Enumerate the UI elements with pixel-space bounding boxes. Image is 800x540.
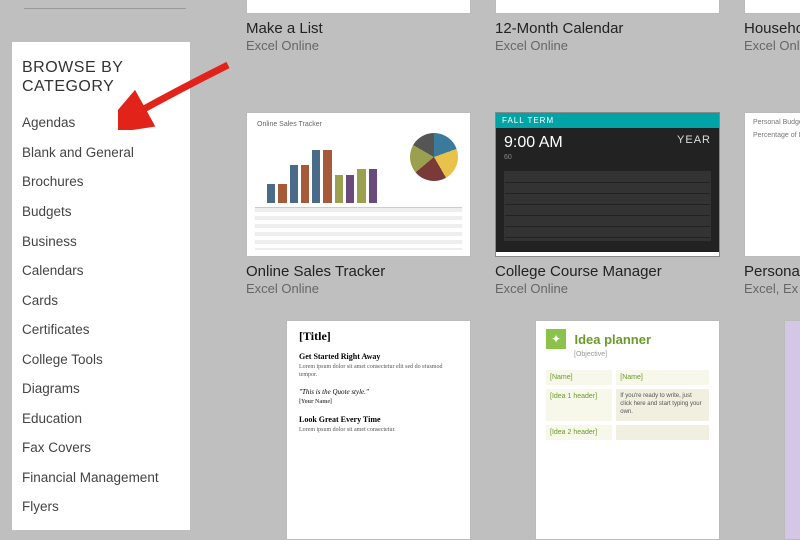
category-budgets[interactable]: Budgets (22, 197, 180, 227)
pie-chart-icon (410, 133, 458, 181)
thumb-header: Personal Budget (745, 113, 800, 132)
template-subtitle: Excel Online (495, 281, 720, 297)
thumb-schedule-lines (504, 171, 711, 241)
thumb-title: Idea planner (574, 332, 651, 347)
template-thumb (495, 0, 720, 14)
template-subtitle: Excel Online (246, 38, 471, 54)
thumb-year: YEAR (677, 134, 711, 146)
template-subtitle: Excel Online (246, 281, 471, 297)
thumb-label: [Idea 2 header] (546, 425, 612, 440)
template-subtitle: Excel Onl (744, 38, 800, 54)
template-thumb: ✦ Idea planner [Objective] [Name] [Name]… (535, 320, 720, 540)
thumb-box: If you're ready to write, just click her… (616, 389, 709, 420)
template-title: Online Sales Tracker (246, 263, 471, 281)
thumb-term: FALL TERM (496, 113, 719, 128)
category-certificates[interactable]: Certificates (22, 315, 180, 345)
thumb-title: [Title] (299, 329, 458, 344)
category-education[interactable]: Education (22, 404, 180, 434)
lightbulb-icon: ✦ (546, 329, 566, 349)
template-grid: Make a List Excel Online 12-Month Calend… (246, 0, 800, 540)
template-card[interactable]: E (784, 320, 800, 540)
sidebar-heading: BROWSE BY CATEGORY (22, 58, 180, 96)
thumb-sub: [Objective] (574, 351, 709, 358)
category-diagrams[interactable]: Diagrams (22, 374, 180, 404)
template-card-personal-budget[interactable]: Personal Budget Percentage of Income Spe… (744, 112, 800, 297)
template-card-sales-tracker[interactable]: Online Sales Tracker Online Sales Tracke… (246, 112, 471, 297)
category-business[interactable]: Business (22, 227, 180, 257)
thumb-header: Online Sales Tracker (257, 121, 322, 128)
category-college-tools[interactable]: College Tools (22, 345, 180, 375)
thumb-stripe (785, 321, 800, 539)
template-title: Persona (744, 263, 800, 281)
template-thumb: FALL TERM YEAR 9:00 AM 60 (495, 112, 720, 257)
thumb-table (255, 207, 462, 250)
template-title: Make a List (246, 20, 471, 38)
template-card[interactable]: Househo Excel Onl (744, 0, 800, 54)
category-agendas[interactable]: Agendas (22, 108, 180, 138)
category-sidebar: BROWSE BY CATEGORY Agendas Blank and Gen… (12, 42, 190, 530)
sidebar-divider (24, 8, 186, 9)
thumb-minutes: 60 (504, 154, 512, 161)
template-subtitle: Excel Online (495, 38, 720, 54)
category-financial-management[interactable]: Financial Management (22, 463, 180, 493)
template-thumb (744, 0, 800, 14)
thumb-author: [Your Name] (299, 399, 458, 407)
category-brochures[interactable]: Brochures (22, 167, 180, 197)
thumb-label: [Name] (546, 370, 612, 385)
thumb-section: Get Started Right Away (299, 352, 458, 361)
category-blank-and-general[interactable]: Blank and General (22, 138, 180, 168)
template-thumb: Personal Budget Percentage of Income Spe… (744, 112, 800, 257)
template-thumb: [Title] Get Started Right Away Lorem ips… (286, 320, 471, 540)
template-card[interactable]: Make a List Excel Online (246, 0, 471, 54)
category-flyers[interactable]: Flyers (22, 492, 180, 522)
template-card-college-course[interactable]: FALL TERM YEAR 9:00 AM 60 College Course… (495, 112, 720, 297)
thumb-para: Lorem ipsum dolor sit amet consectetur e… (299, 364, 458, 380)
bar-chart-icon (267, 141, 377, 203)
category-fax-covers[interactable]: Fax Covers (22, 433, 180, 463)
thumb-section: Look Great Every Time (299, 415, 458, 424)
template-card[interactable]: 12-Month Calendar Excel Online (495, 0, 720, 54)
thumb-label: [Idea 1 header] (546, 389, 612, 420)
thumb-para: Lorem ipsum dolor sit amet consectetur. (299, 427, 458, 435)
template-subtitle: Excel, Ex (744, 281, 800, 297)
template-thumb: Online Sales Tracker (246, 112, 471, 257)
thumb-quote: "This is the Quote style." (299, 388, 458, 396)
template-title: Househo (744, 20, 800, 38)
template-card-title-doc[interactable]: [Title] Get Started Right Away Lorem ips… (286, 320, 471, 540)
category-calendars[interactable]: Calendars (22, 256, 180, 286)
thumb-subheader: Percentage of Income Spent (745, 132, 800, 145)
template-title: College Course Manager (495, 263, 720, 281)
thumb-label: [Name] (616, 370, 709, 385)
template-thumb (246, 0, 471, 14)
template-card-idea-planner[interactable]: ✦ Idea planner [Objective] [Name] [Name]… (535, 320, 720, 540)
category-list: Agendas Blank and General Brochures Budg… (22, 108, 180, 522)
template-title: 12-Month Calendar (495, 20, 720, 38)
thumb-box (616, 425, 709, 440)
category-cards[interactable]: Cards (22, 286, 180, 316)
template-thumb: E (784, 320, 800, 540)
